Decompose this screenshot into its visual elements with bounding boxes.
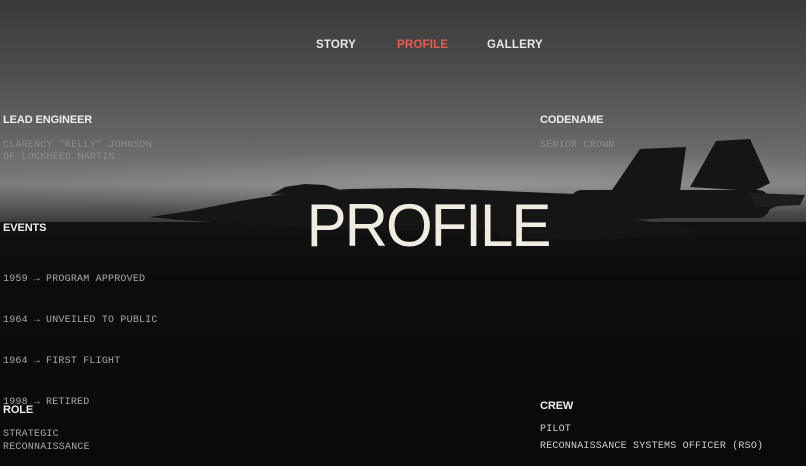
lead-engineer-company: OF LOCKHEED MARTIN <box>3 152 115 163</box>
event-text: UNVEILED TO PUBLIC <box>46 315 158 326</box>
nav-profile-link[interactable]: PROFILE <box>397 39 448 51</box>
nav-story-link[interactable]: STORY <box>316 39 356 51</box>
event-year: 1964 <box>3 356 28 367</box>
role-line1: STRATEGIC <box>3 429 59 440</box>
codename-heading: CODENAME <box>540 114 604 126</box>
profile-page: STORY PROFILE GALLERY PROFILE LEAD ENGIN… <box>0 0 806 466</box>
lead-engineer-name: CLARENCY "KELLY" JOHNSON <box>3 140 152 151</box>
crew-line1: PILOT <box>540 424 572 435</box>
event-row: 1964 → FIRST FLIGHT <box>3 354 158 370</box>
event-text: FIRST FLIGHT <box>46 356 121 367</box>
role-line2: RECONNAISSANCE <box>3 442 90 453</box>
event-text: PROGRAM APPROVED <box>46 274 146 285</box>
codename-value: SENIOR CROWN <box>540 140 615 151</box>
arrow-right-icon: → <box>33 274 41 285</box>
crew-line2: RECONNAISSANCE SYSTEMS OFFICER (RSO) <box>540 441 764 452</box>
event-text: RETIRED <box>46 397 90 408</box>
arrow-right-icon: → <box>33 356 41 367</box>
event-row: 1959 → PROGRAM APPROVED <box>3 272 158 288</box>
crew-heading: CREW <box>540 400 574 412</box>
event-row: 1964 → UNVEILED TO PUBLIC <box>3 313 158 329</box>
role-heading: ROLE <box>3 404 34 416</box>
lead-engineer-heading: LEAD ENGINEER <box>3 114 93 126</box>
nav-gallery-link[interactable]: GALLERY <box>487 39 543 51</box>
event-year: 1964 <box>3 315 28 326</box>
arrow-right-icon: → <box>33 315 41 326</box>
events-heading: EVENTS <box>3 222 47 234</box>
event-year: 1959 <box>3 274 28 285</box>
